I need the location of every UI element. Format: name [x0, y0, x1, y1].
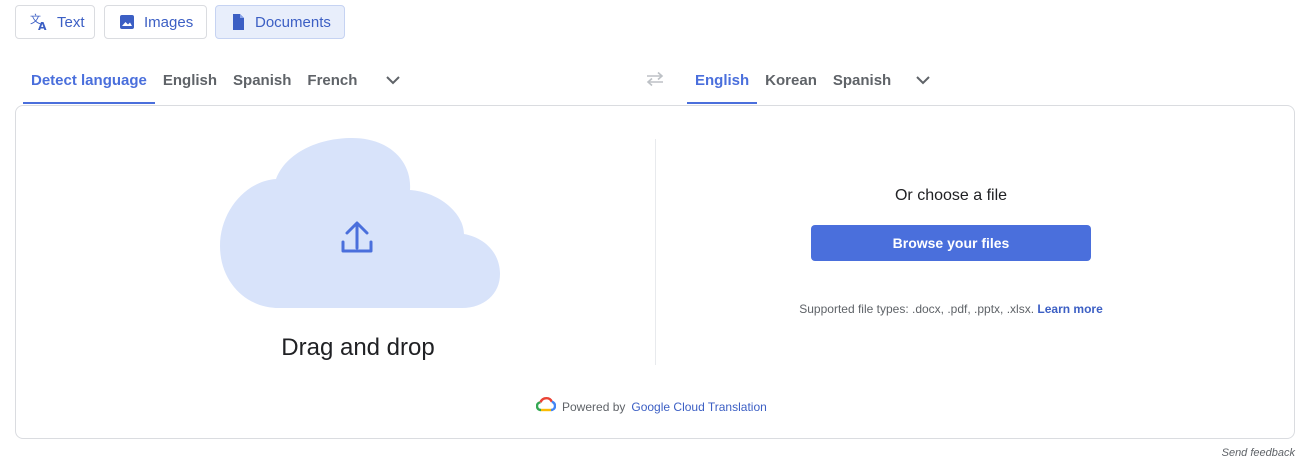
choose-file-heading: Or choose a file: [894, 187, 1008, 204]
send-feedback-link[interactable]: Send feedback: [1222, 447, 1295, 459]
chevron-down-icon: [385, 72, 401, 90]
browse-files-button[interactable]: Browse your files: [811, 225, 1091, 261]
drop-zone[interactable]: [218, 136, 500, 315]
document-icon: [229, 13, 247, 31]
source-more-languages-button[interactable]: [373, 62, 413, 100]
target-more-languages-button[interactable]: [903, 62, 943, 100]
documents-mode-button[interactable]: Documents: [215, 5, 345, 39]
target-language-bar: English Korean Spanish: [687, 62, 943, 104]
upload-cloud-icon: [220, 138, 500, 308]
panel-divider: [655, 139, 656, 365]
swap-arrows-icon: [644, 71, 666, 92]
target-lang-korean[interactable]: Korean: [757, 62, 825, 104]
images-mode-button[interactable]: Images: [104, 5, 207, 39]
target-lang-spanish[interactable]: Spanish: [825, 62, 899, 104]
svg-text:A: A: [38, 20, 47, 32]
document-upload-panel: Drag and drop Or choose a file Browse yo…: [15, 105, 1295, 439]
source-lang-english[interactable]: English: [155, 62, 225, 104]
powered-by: Powered by Google Cloud Translation: [535, 396, 767, 416]
google-cloud-translation-link[interactable]: Google Cloud Translation: [631, 400, 766, 414]
text-mode-label: Text: [57, 13, 85, 31]
text-mode-button[interactable]: 文A Text: [15, 5, 95, 39]
drag-and-drop-text: Drag and drop: [281, 334, 435, 361]
source-lang-spanish[interactable]: Spanish: [225, 62, 299, 104]
image-icon: [118, 13, 136, 31]
source-lang-detect[interactable]: Detect language: [23, 62, 155, 104]
powered-by-text: Powered by: [562, 399, 626, 414]
translate-icon: 文A: [29, 12, 49, 32]
supported-file-types: Supported file types: .docx, .pdf, .pptx…: [756, 302, 1146, 316]
supported-file-types-text: Supported file types: .docx, .pdf, .pptx…: [799, 302, 1035, 316]
google-cloud-logo-icon: [535, 396, 557, 416]
source-lang-french[interactable]: French: [299, 62, 365, 104]
images-mode-label: Images: [144, 13, 194, 31]
chevron-down-icon: [915, 72, 931, 90]
learn-more-link[interactable]: Learn more: [1037, 302, 1102, 316]
source-language-bar: Detect language English Spanish French: [23, 62, 413, 104]
swap-languages-button[interactable]: [640, 68, 670, 94]
documents-mode-label: Documents: [255, 13, 331, 31]
target-lang-english[interactable]: English: [687, 62, 758, 104]
